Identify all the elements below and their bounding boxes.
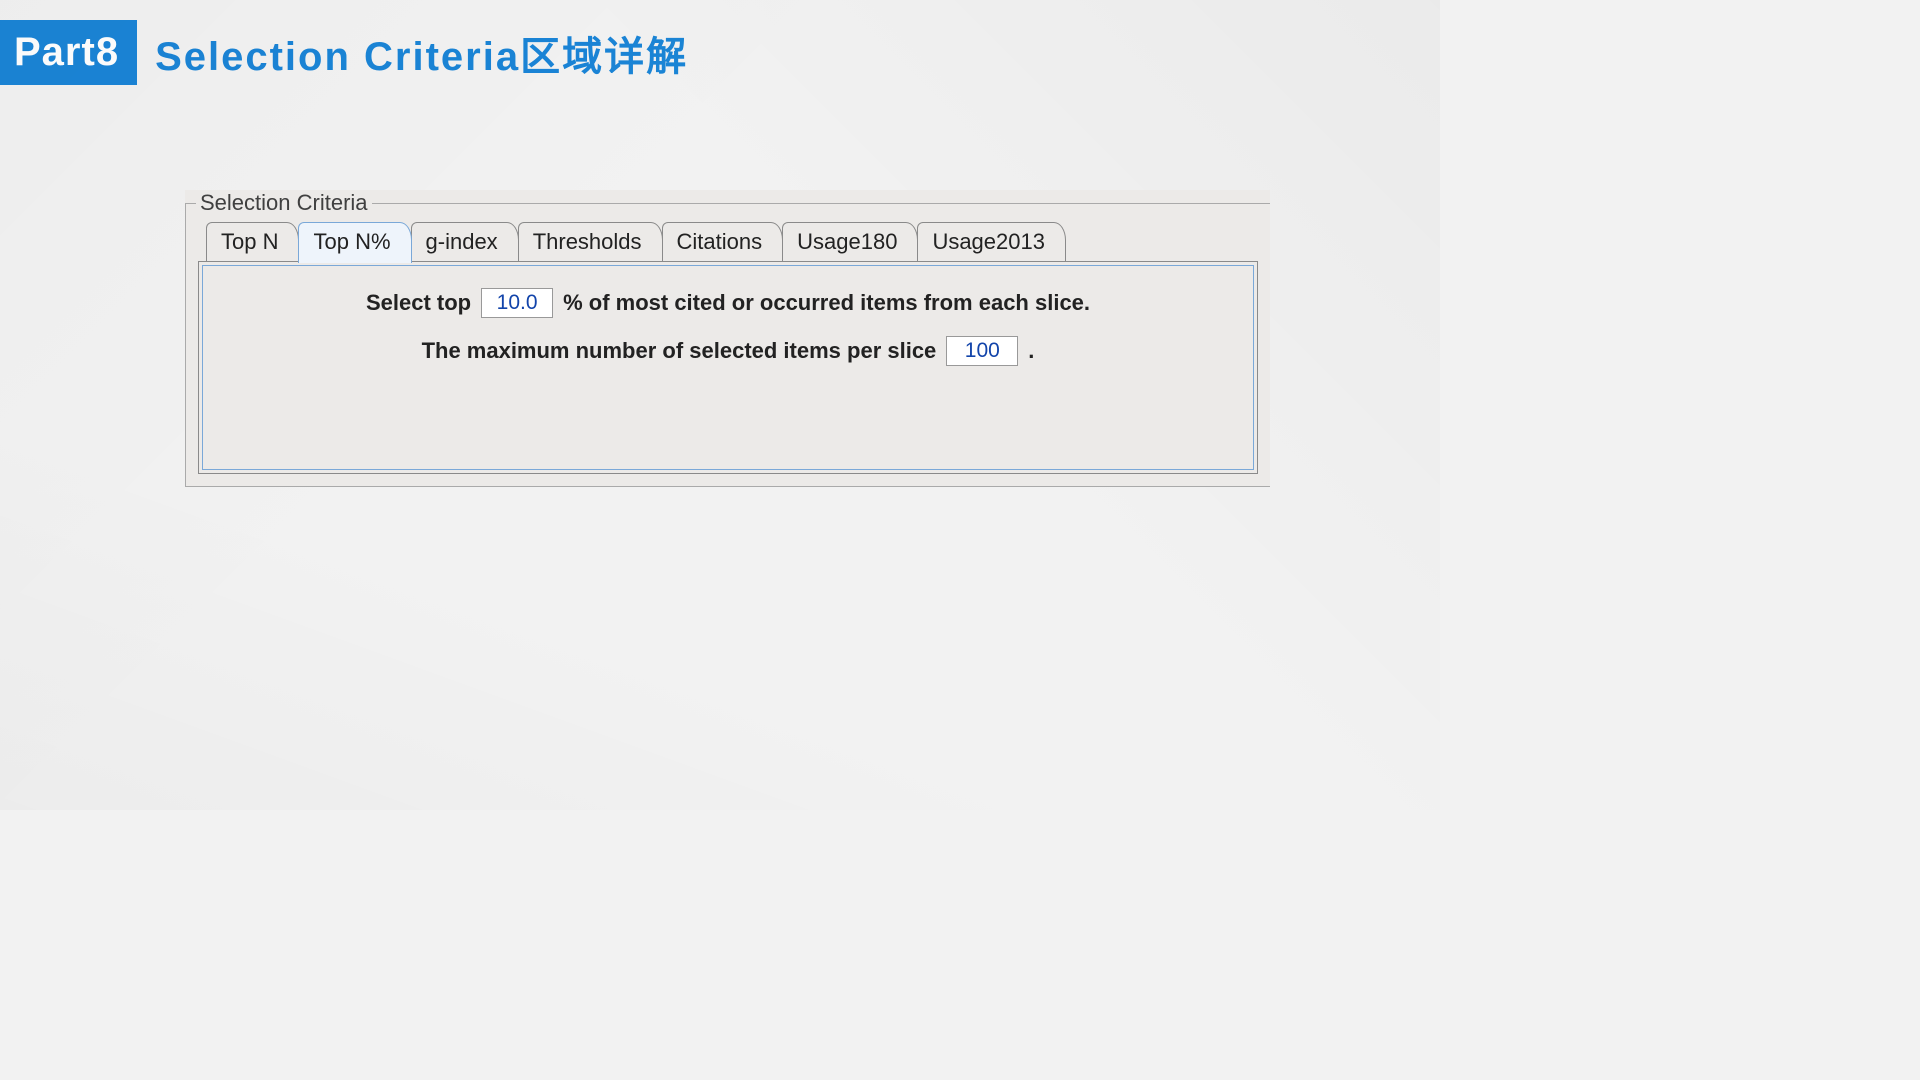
tab-panel-top-n-percent: Select top % of most cited or occurred i…: [202, 265, 1254, 470]
max-items-suffix: .: [1028, 338, 1034, 364]
tab-usage180[interactable]: Usage180: [782, 222, 918, 261]
tab-g-index[interactable]: g-index: [411, 222, 519, 261]
part-badge: Part8: [0, 20, 137, 85]
page-title: Selection Criteria区域详解: [155, 24, 688, 82]
select-top-line: Select top % of most cited or occurred i…: [203, 288, 1253, 318]
tab-top-n[interactable]: Top N: [206, 222, 299, 261]
tabs-row: Top N Top N% g-index Thresholds Citation…: [186, 216, 1270, 261]
top-percent-input[interactable]: [481, 288, 553, 318]
max-items-line: The maximum number of selected items per…: [203, 336, 1253, 366]
fieldset-legend: Selection Criteria: [196, 190, 372, 216]
tab-thresholds[interactable]: Thresholds: [518, 222, 663, 261]
tab-top-n-percent[interactable]: Top N%: [298, 222, 411, 263]
select-top-label: Select top: [366, 290, 471, 316]
max-items-input[interactable]: [946, 336, 1018, 366]
tab-usage2013[interactable]: Usage2013: [917, 222, 1066, 261]
selection-criteria-fieldset: Selection Criteria Top N Top N% g-index …: [185, 190, 1270, 487]
tab-panel-outer: Select top % of most cited or occurred i…: [198, 261, 1258, 474]
selection-criteria-region: Selection Criteria Top N Top N% g-index …: [185, 190, 1270, 487]
page-header: Part8 Selection Criteria区域详解: [0, 0, 1440, 85]
select-top-suffix: % of most cited or occurred items from e…: [563, 290, 1090, 316]
max-items-label: The maximum number of selected items per…: [422, 338, 937, 364]
tab-citations[interactable]: Citations: [662, 222, 784, 261]
